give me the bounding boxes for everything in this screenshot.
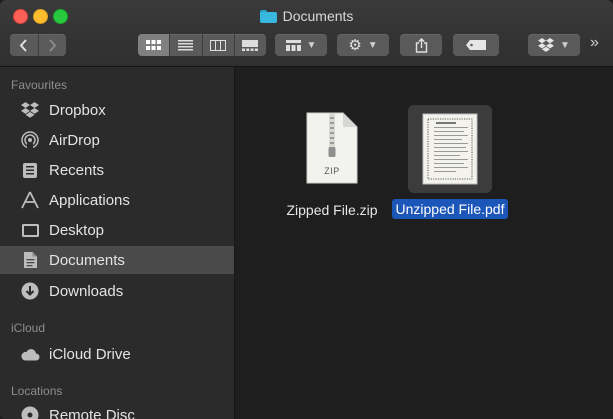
action-button[interactable]: ⚙ ▼ [337,34,389,56]
dropbox-icon [538,38,555,52]
applications-icon [20,190,40,210]
title-bar: Documents ▼ ⚙ ▼ ▼ » [0,0,613,67]
back-button[interactable] [10,34,39,56]
group-grid-icon [285,39,301,51]
column-view-icon [210,39,227,51]
list-view-button[interactable] [170,34,203,56]
share-icon [415,37,427,53]
sidebar-item-applications[interactable]: Applications [0,186,234,214]
file-item-pdf[interactable]: Unzipped File.pdf [385,105,515,219]
sidebar-item-remote-disc[interactable]: Remote Disc [0,401,234,419]
sidebar-item-dropbox[interactable]: Dropbox [0,96,234,124]
icon-view-icon [146,39,162,50]
file-item-zip[interactable]: ZIP Zipped File.zip [280,107,384,220]
view-mode-control [138,34,266,56]
desktop-icon [20,220,40,240]
group-button[interactable]: ▼ [275,34,327,56]
file-browser-area[interactable]: ZIP Zipped File.zip Unzipped File.pdf [235,67,613,419]
back-forward-control [10,34,66,56]
recents-icon [20,160,40,180]
sidebar-item-label: Applications [49,191,130,209]
list-view-icon [178,39,194,50]
sidebar-item-label: AirDrop [49,131,100,149]
column-view-button[interactable] [203,34,235,56]
chevron-down-icon: ▼ [560,39,570,51]
window-title: Documents [0,8,613,24]
sidebar-item-label: Downloads [49,282,124,300]
sidebar-item-label: Recents [49,161,105,179]
file-name-label: Unzipped File.pdf [391,199,509,219]
sidebar-item-label: iCloud Drive [49,345,131,363]
downloads-icon [20,281,40,301]
window-title-text: Documents [282,8,354,24]
chevron-down-icon: ▼ [306,39,317,51]
gallery-view-button[interactable] [235,34,266,56]
file-thumbnail[interactable] [408,105,492,193]
file-thumbnail[interactable]: ZIP [299,107,365,194]
toolbar-overflow-button[interactable]: » [590,34,599,52]
dropbox-menu-button[interactable]: ▼ [528,34,580,56]
tag-button[interactable] [453,34,499,56]
chevron-right-icon [49,38,57,52]
forward-button[interactable] [39,34,67,56]
file-type-label: ZIP [324,166,340,176]
sidebar-item-recents[interactable]: Recents [0,156,234,184]
cloud-icon [20,344,40,364]
chevron-down-icon: ▼ [367,39,378,51]
sidebar-item-downloads[interactable]: Downloads [0,277,234,305]
sidebar-item-documents[interactable]: Documents [0,246,234,274]
sidebar-item-label: Desktop [49,221,105,239]
airdrop-icon [20,130,40,150]
sidebar-section-title: iCloud [11,321,46,335]
pdf-file-icon [422,113,478,185]
sidebar-item-label: Documents [49,251,125,269]
share-button[interactable] [400,34,442,56]
disc-icon [20,405,40,419]
dropbox-icon [20,100,40,120]
finder-window: Documents ▼ ⚙ ▼ ▼ » Favourites Dropbox A… [0,0,613,419]
chevron-left-icon [19,38,27,52]
sidebar-item-icloud-drive[interactable]: iCloud Drive [0,340,234,368]
sidebar-item-airdrop[interactable]: AirDrop [0,126,234,154]
documents-icon [20,250,40,270]
sidebar: Favourites Dropbox AirDrop Recents Appli… [0,67,235,419]
tag-icon [466,40,486,50]
sidebar-section-title: Favourites [11,78,68,92]
sidebar-section-title: Locations [11,384,63,398]
sidebar-item-label: Remote Disc [49,406,135,419]
icon-view-button[interactable] [138,34,171,56]
gear-icon: ⚙ [348,37,362,54]
gallery-view-icon [242,39,259,51]
folder-icon [259,9,277,23]
sidebar-item-label: Dropbox [49,101,106,119]
file-name-label: Zipped File.zip [286,202,378,218]
sidebar-item-desktop[interactable]: Desktop [0,216,234,244]
